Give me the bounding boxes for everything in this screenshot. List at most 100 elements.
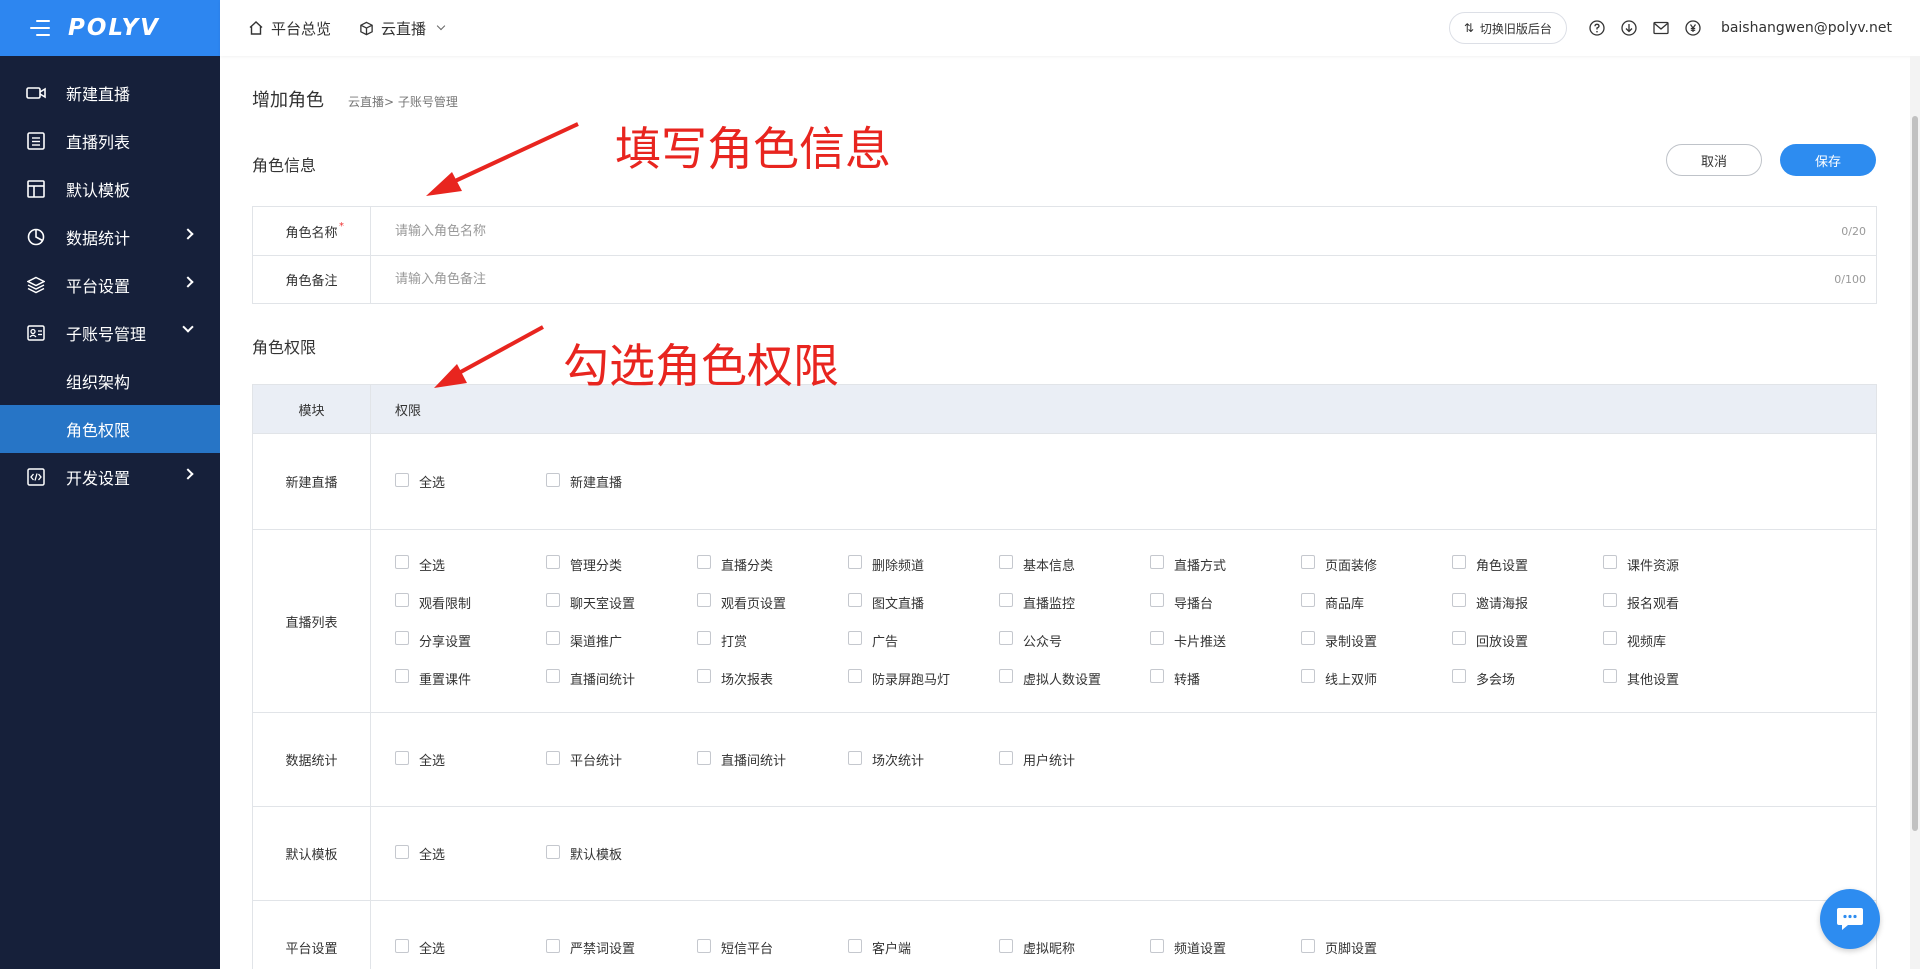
role-remark-input[interactable] bbox=[371, 256, 1816, 303]
checkbox[interactable] bbox=[546, 555, 560, 569]
permission-checkbox-item[interactable]: 全选 bbox=[395, 741, 546, 779]
checkbox[interactable] bbox=[1150, 555, 1164, 569]
permission-checkbox-item[interactable]: 商品库 bbox=[1301, 583, 1452, 621]
checkbox[interactable] bbox=[697, 555, 711, 569]
permission-checkbox-item[interactable]: 公众号 bbox=[999, 621, 1150, 659]
permission-checkbox-item[interactable]: 管理分类 bbox=[546, 545, 697, 583]
cancel-button[interactable]: 取消 bbox=[1666, 144, 1762, 176]
checkbox[interactable] bbox=[395, 938, 409, 953]
permission-checkbox-item[interactable]: 默认模板 bbox=[546, 835, 697, 873]
permission-checkbox-item[interactable]: 卡片推送 bbox=[1150, 621, 1301, 659]
permission-checkbox-item[interactable]: 严禁词设置 bbox=[546, 929, 697, 967]
checkbox[interactable] bbox=[546, 669, 560, 683]
permission-checkbox-item[interactable]: 防录屏跑马灯 bbox=[848, 659, 999, 697]
permission-checkbox-item[interactable]: 全选 bbox=[395, 929, 546, 967]
permission-checkbox-item[interactable]: 页面装修 bbox=[1301, 545, 1452, 583]
permission-checkbox-item[interactable]: 录制设置 bbox=[1301, 621, 1452, 659]
checkbox[interactable] bbox=[848, 555, 862, 569]
save-button[interactable]: 保存 bbox=[1780, 144, 1876, 176]
checkbox[interactable] bbox=[848, 593, 862, 607]
sidebar-subitem-role-permission[interactable]: 角色权限 bbox=[0, 405, 220, 453]
brand-logo[interactable]: POLYV bbox=[68, 15, 160, 41]
permission-checkbox-item[interactable]: 观看限制 bbox=[395, 583, 546, 621]
permission-checkbox-item[interactable]: 用户统计 bbox=[999, 741, 1150, 779]
checkbox[interactable] bbox=[1150, 669, 1164, 683]
checkbox[interactable] bbox=[999, 750, 1013, 765]
checkbox[interactable] bbox=[1452, 593, 1466, 607]
checkbox[interactable] bbox=[546, 472, 560, 487]
checkbox[interactable] bbox=[697, 593, 711, 607]
permission-checkbox-item[interactable]: 重置课件 bbox=[395, 659, 546, 697]
checkbox[interactable] bbox=[1452, 669, 1466, 683]
nav-cloud-live[interactable]: 云直播 bbox=[359, 18, 446, 39]
sidebar-item-sub-account[interactable]: 子账号管理 bbox=[0, 309, 220, 357]
permission-checkbox-item[interactable]: 广告 bbox=[848, 621, 999, 659]
help-icon[interactable] bbox=[1589, 20, 1605, 36]
download-icon[interactable] bbox=[1621, 20, 1637, 36]
checkbox[interactable] bbox=[1301, 631, 1315, 645]
permission-checkbox-item[interactable]: 直播方式 bbox=[1150, 545, 1301, 583]
checkbox[interactable] bbox=[546, 631, 560, 645]
permission-checkbox-item[interactable]: 虚拟昵称 bbox=[999, 929, 1150, 967]
permission-checkbox-item[interactable]: 多会场 bbox=[1452, 659, 1603, 697]
sidebar-item-live-list[interactable]: 直播列表 bbox=[0, 117, 220, 165]
permission-checkbox-item[interactable]: 客户端 bbox=[848, 929, 999, 967]
permission-checkbox-item[interactable]: 邀请海报 bbox=[1452, 583, 1603, 621]
permission-checkbox-item[interactable]: 虚拟人数设置 bbox=[999, 659, 1150, 697]
checkbox[interactable] bbox=[848, 938, 862, 953]
checkbox[interactable] bbox=[1603, 593, 1617, 607]
permission-checkbox-item[interactable]: 全选 bbox=[395, 835, 546, 873]
checkbox[interactable] bbox=[848, 750, 862, 765]
checkbox[interactable] bbox=[395, 555, 409, 569]
checkbox[interactable] bbox=[1301, 938, 1315, 953]
permission-checkbox-item[interactable]: 聊天室设置 bbox=[546, 583, 697, 621]
permission-checkbox-item[interactable]: 回放设置 bbox=[1452, 621, 1603, 659]
nav-platform-overview[interactable]: 平台总览 bbox=[248, 18, 331, 39]
checkbox[interactable] bbox=[697, 938, 711, 953]
permission-checkbox-item[interactable]: 直播监控 bbox=[999, 583, 1150, 621]
sidebar-item-platform-settings[interactable]: 平台设置 bbox=[0, 261, 220, 309]
checkbox[interactable] bbox=[999, 593, 1013, 607]
permission-checkbox-item[interactable]: 观看页设置 bbox=[697, 583, 848, 621]
checkbox[interactable] bbox=[1301, 555, 1315, 569]
sidebar-item-dev-settings[interactable]: 开发设置 bbox=[0, 453, 220, 501]
checkbox[interactable] bbox=[697, 750, 711, 765]
permission-checkbox-item[interactable]: 全选 bbox=[395, 545, 546, 583]
sidebar-subitem-org-structure[interactable]: 组织架构 bbox=[0, 357, 220, 405]
permission-checkbox-item[interactable]: 导播台 bbox=[1150, 583, 1301, 621]
checkbox[interactable] bbox=[697, 631, 711, 645]
checkbox[interactable] bbox=[848, 631, 862, 645]
permission-checkbox-item[interactable]: 线上双师 bbox=[1301, 659, 1452, 697]
page-scrollbar[interactable] bbox=[1910, 56, 1920, 969]
checkbox[interactable] bbox=[546, 750, 560, 765]
permission-checkbox-item[interactable]: 直播间统计 bbox=[546, 659, 697, 697]
checkbox[interactable] bbox=[395, 844, 409, 859]
permission-checkbox-item[interactable]: 删除频道 bbox=[848, 545, 999, 583]
checkbox[interactable] bbox=[1150, 938, 1164, 953]
checkbox[interactable] bbox=[1452, 631, 1466, 645]
checkbox[interactable] bbox=[395, 631, 409, 645]
switch-old-version-button[interactable]: ⇅ 切换旧版后台 bbox=[1448, 12, 1567, 44]
checkbox[interactable] bbox=[1603, 669, 1617, 683]
checkbox[interactable] bbox=[1452, 555, 1466, 569]
permission-checkbox-item[interactable]: 课件资源 bbox=[1603, 545, 1754, 583]
checkbox[interactable] bbox=[999, 938, 1013, 953]
checkbox[interactable] bbox=[1150, 593, 1164, 607]
permission-checkbox-item[interactable]: 直播间统计 bbox=[697, 741, 848, 779]
permission-checkbox-item[interactable]: 分享设置 bbox=[395, 621, 546, 659]
checkbox[interactable] bbox=[395, 593, 409, 607]
checkbox[interactable] bbox=[1150, 631, 1164, 645]
checkbox[interactable] bbox=[395, 750, 409, 765]
checkbox[interactable] bbox=[1301, 669, 1315, 683]
permission-checkbox-item[interactable]: 转播 bbox=[1150, 659, 1301, 697]
permission-checkbox-item[interactable]: 基本信息 bbox=[999, 545, 1150, 583]
scrollbar-thumb[interactable] bbox=[1912, 116, 1918, 831]
checkbox[interactable] bbox=[1301, 593, 1315, 607]
sidebar-item-new-live[interactable]: 新建直播 bbox=[0, 69, 220, 117]
permission-checkbox-item[interactable]: 报名观看 bbox=[1603, 583, 1754, 621]
permission-checkbox-item[interactable]: 渠道推广 bbox=[546, 621, 697, 659]
checkbox[interactable] bbox=[1603, 631, 1617, 645]
breadcrumb[interactable]: 云直播> 子账号管理 bbox=[348, 93, 458, 110]
billing-icon[interactable] bbox=[1685, 20, 1701, 36]
checkbox[interactable] bbox=[546, 938, 560, 953]
